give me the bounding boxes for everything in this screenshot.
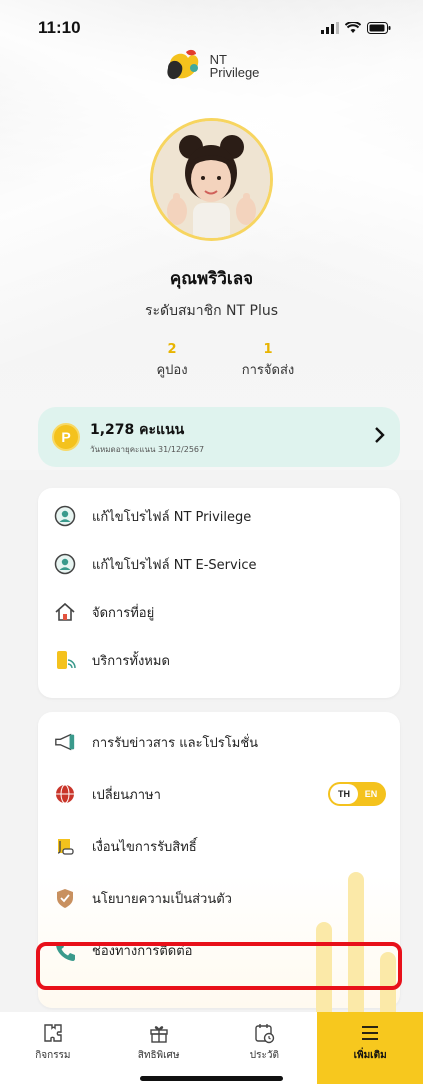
- scroll-icon: [54, 835, 76, 857]
- member-level: ระดับสมาชิก NT Plus: [144, 303, 279, 319]
- home-icon: [54, 601, 76, 623]
- shield-icon: [54, 887, 76, 909]
- tab-label: ประวัติ: [249, 1050, 279, 1061]
- avatar-portrait-icon: [153, 121, 270, 238]
- avatar[interactable]: [150, 118, 273, 241]
- stat-coupons-label: คูปอง: [156, 363, 188, 378]
- menu-edit-profile-eservice[interactable]: แก้ไขโปรไฟล์ NT E-Service: [38, 544, 400, 584]
- language-toggle[interactable]: TH EN: [328, 782, 386, 806]
- puzzle-icon: [44, 1024, 62, 1042]
- tab-label: กิจกรรม: [35, 1050, 71, 1061]
- user-circle-icon: [54, 553, 76, 575]
- menu-label: เปลี่ยนภาษา: [92, 787, 161, 803]
- points-coin-icon: P: [52, 423, 80, 451]
- menu-label: แก้ไขโปรไฟล์ NT E-Service: [92, 557, 257, 573]
- wifi-icon: [345, 22, 361, 33]
- gift-icon: [149, 1026, 168, 1043]
- tab-more[interactable]: เพิ่มเติม: [317, 1012, 423, 1084]
- brand-logo: NT Privilege: [0, 48, 423, 84]
- tab-history[interactable]: ประวัติ: [212, 1012, 318, 1084]
- points-expiry: วันหมดอายุคะแนน 31/12/2567: [90, 444, 205, 454]
- tab-activities[interactable]: กิจกรรม: [0, 1012, 106, 1084]
- megaphone-icon: [54, 731, 76, 753]
- account-menu-card: แก้ไขโปรไฟล์ NT Privilege แก้ไขโปรไฟล์ N…: [38, 488, 400, 698]
- battery-icon: [367, 22, 391, 34]
- lang-option-en[interactable]: EN: [358, 789, 384, 799]
- menu-label: แก้ไขโปรไฟล์ NT Privilege: [92, 509, 252, 525]
- menu-manage-address[interactable]: จัดการที่อยู่: [38, 592, 400, 632]
- stat-delivery-value: 1: [263, 342, 273, 357]
- home-indicator[interactable]: [140, 1076, 283, 1081]
- stat-delivery-label: การจัดส่ง: [241, 363, 295, 378]
- tab-privileges[interactable]: สิทธิพิเศษ: [106, 1012, 212, 1084]
- tab-label: เพิ่มเติม: [353, 1050, 387, 1061]
- chevron-right-icon: [374, 425, 386, 449]
- status-icons: [321, 22, 391, 34]
- signal-icon: [321, 22, 339, 34]
- globe-icon: [54, 783, 76, 805]
- menu-label: จัดการที่อยู่: [92, 605, 155, 621]
- brand-text: NT Privilege: [210, 53, 260, 79]
- highlight-box: [36, 942, 402, 990]
- phone-signal-icon: [54, 649, 76, 671]
- menu-change-language[interactable]: เปลี่ยนภาษา TH EN: [38, 774, 400, 814]
- calendar-history-icon: [255, 1024, 275, 1044]
- menu-privilege-terms[interactable]: เงื่อนไขการรับสิทธิ์: [38, 826, 400, 866]
- status-time: 11:10: [38, 18, 81, 37]
- brand-line2: Privilege: [209, 65, 260, 80]
- menu-label: นโยบายความเป็นส่วนตัว: [92, 891, 232, 907]
- menu-privacy-policy[interactable]: นโยบายความเป็นส่วนตัว: [38, 878, 400, 918]
- menu-label: เงื่อนไขการรับสิทธิ์: [92, 839, 197, 855]
- menu-news-promotions[interactable]: การรับข่าวสาร และโปรโมชั่น: [38, 722, 400, 762]
- stat-coupons-value: 2: [167, 342, 177, 357]
- points-card[interactable]: P 1,278 คะแนน วันหมดอายุคะแนน 31/12/2567: [38, 407, 400, 467]
- nt-logo-icon: [166, 49, 198, 80]
- menu-edit-profile-privilege[interactable]: แก้ไขโปรไฟล์ NT Privilege: [38, 496, 400, 536]
- bottom-tab-bar: กิจกรรม สิทธิพิเศษ ประวัติ เพิ่มเติม: [0, 1012, 423, 1084]
- tab-label: สิทธิพิเศษ: [137, 1050, 180, 1061]
- points-text: 1,278 คะแนน วันหมดอายุคะแนน 31/12/2567: [90, 419, 204, 456]
- stat-coupons[interactable]: 2 คูปอง: [122, 342, 222, 380]
- lang-option-th[interactable]: TH: [330, 784, 358, 804]
- user-circle-icon: [54, 505, 76, 527]
- menu-all-services[interactable]: บริการทั้งหมด: [38, 640, 400, 680]
- menu-icon: [362, 1026, 379, 1040]
- menu-label: การรับข่าวสาร และโปรโมชั่น: [92, 735, 259, 751]
- menu-label: บริการทั้งหมด: [92, 653, 170, 669]
- user-name: คุณพริวิเลจ: [169, 269, 254, 289]
- stat-delivery[interactable]: 1 การจัดส่ง: [218, 342, 318, 380]
- points-amount: 1,278 คะแนน: [90, 421, 185, 438]
